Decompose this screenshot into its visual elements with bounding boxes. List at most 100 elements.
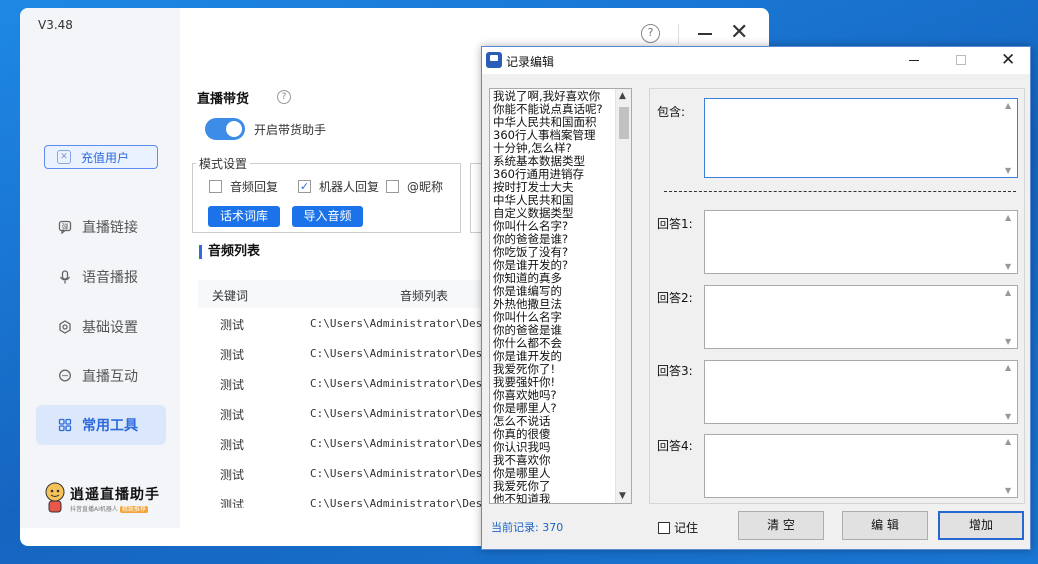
robot-reply-checkbox[interactable]: ✓ 机器人回复 <box>298 178 379 195</box>
list-item[interactable]: 系统基本数据类型 <box>493 155 615 168</box>
audio-reply-checkbox[interactable]: 音频回复 <box>209 178 278 195</box>
list-item[interactable]: 你认识我吗 <box>493 441 615 454</box>
scroll-down-icon[interactable]: ▼ <box>1005 262 1011 271</box>
maximize-icon[interactable] <box>956 55 966 65</box>
contains-label: 包含: <box>657 105 686 119</box>
scroll-down-icon[interactable]: ▼ <box>619 491 626 501</box>
list-item[interactable]: 你喜欢她吗? <box>493 389 615 402</box>
wordlib-button[interactable]: 话术词库 <box>208 206 280 227</box>
table-row[interactable]: 测试 C:\Users\Administrator\Deskt <box>198 488 498 508</box>
list-item[interactable]: 你是谁编写的 <box>493 285 615 298</box>
minimize-icon[interactable] <box>698 33 712 35</box>
nav-label: 基础设置 <box>82 320 138 336</box>
table-row[interactable]: 测试 C:\Users\Administrator\Deskt <box>198 428 498 458</box>
nav-label: 常用工具 <box>82 418 138 434</box>
list-item[interactable]: 我不喜欢你 <box>493 454 615 467</box>
list-item[interactable]: 怎么不说话 <box>493 415 615 428</box>
scroll-thumb[interactable] <box>619 107 629 139</box>
list-item[interactable]: 我爱死你了 <box>493 480 615 493</box>
list-item[interactable]: 你的爸爸是谁 <box>493 324 615 337</box>
nav-basic-settings[interactable]: 基础设置 <box>36 307 166 347</box>
list-item[interactable]: 中华人民共和国面积 <box>493 116 615 129</box>
help-icon[interactable]: ? <box>641 24 660 43</box>
list-item[interactable]: 我要强奸你! <box>493 376 615 389</box>
list-item[interactable]: 你的爸爸是谁? <box>493 233 615 246</box>
textarea-scrollbar[interactable]: ▲ ▼ <box>1001 361 1017 423</box>
list-item[interactable]: 你能不能说点真话呢? <box>493 103 615 116</box>
textarea-scrollbar[interactable]: ▲ ▼ <box>1001 99 1017 177</box>
list-item[interactable]: 我说了啊,我好喜欢你 <box>493 90 615 103</box>
column-header-keyword: 关键词 <box>212 289 249 303</box>
list-item[interactable]: 你是哪里人 <box>493 467 615 480</box>
clear-button[interactable]: 清 空 <box>738 511 824 540</box>
list-item[interactable]: 你知道的真多 <box>493 272 615 285</box>
close-icon[interactable]: ✕ <box>1001 50 1015 70</box>
list-item[interactable]: 你是谁开发的 <box>493 350 615 363</box>
vip-user-button[interactable]: ✕ 充值用户 <box>44 145 158 169</box>
assistant-toggle[interactable] <box>205 118 245 140</box>
list-item[interactable]: 你吃饭了没有? <box>493 246 615 259</box>
list-item[interactable]: 他不知道我 <box>493 493 615 503</box>
scroll-down-icon[interactable]: ▼ <box>1005 486 1011 495</box>
checkbox-box[interactable] <box>209 180 222 193</box>
scroll-down-icon[interactable]: ▼ <box>1005 337 1011 346</box>
textarea-scrollbar[interactable]: ▲ ▼ <box>1001 211 1017 273</box>
contains-textarea[interactable]: ▲ ▼ <box>704 98 1018 178</box>
nav-voice-broadcast[interactable]: 语音播报 <box>36 257 166 297</box>
nav-common-tools[interactable]: 常用工具 <box>36 405 166 445</box>
scroll-up-icon[interactable]: ▲ <box>1005 363 1011 372</box>
answer4-textarea[interactable]: ▲ ▼ <box>704 434 1018 498</box>
scroll-up-icon[interactable]: ▲ <box>619 91 626 101</box>
checkmark-icon[interactable]: ✓ <box>298 180 311 193</box>
scroll-up-icon[interactable]: ▲ <box>1005 437 1011 446</box>
table-row[interactable]: 测试 C:\Users\Administrator\Deskt <box>198 398 498 428</box>
import-audio-button[interactable]: 导入音频 <box>292 206 363 227</box>
scroll-up-icon[interactable]: ▲ <box>1005 213 1011 222</box>
answer1-textarea[interactable]: ▲ ▼ <box>704 210 1018 274</box>
record-list[interactable]: 我说了啊,我好喜欢你 你能不能说点真话呢? 中华人民共和国面积 360行人事档案管理十… <box>493 90 615 503</box>
table-row[interactable]: 测试 C:\Users\Administrator\Deskt <box>198 458 498 488</box>
list-item[interactable]: 你是谁开发的? <box>493 259 615 272</box>
close-icon[interactable]: ✕ <box>730 22 748 44</box>
list-item[interactable]: 外热他撒旦法 <box>493 298 615 311</box>
table-row[interactable]: 测试 C:\Users\Administrator\Deskt <box>198 338 498 368</box>
nickname-checkbox[interactable]: @昵称 <box>386 178 443 195</box>
add-button[interactable]: 增加 <box>938 511 1024 540</box>
remember-checkbox[interactable]: 记住 <box>658 519 698 536</box>
list-item[interactable]: 十分钟,怎么样? <box>493 142 615 155</box>
scroll-up-icon[interactable]: ▲ <box>1005 101 1011 110</box>
list-item[interactable]: 360行通用进销存 <box>493 168 615 181</box>
record-list-scrollbar[interactable]: ▲ ▼ <box>615 89 631 503</box>
checkbox-box[interactable] <box>386 180 399 193</box>
scroll-up-icon[interactable]: ▲ <box>1005 288 1011 297</box>
answer3-textarea[interactable]: ▲ ▼ <box>704 360 1018 424</box>
edit-button[interactable]: 编 辑 <box>842 511 928 540</box>
list-item[interactable]: 按时打发士大夫 <box>493 181 615 194</box>
scroll-down-icon[interactable]: ▼ <box>1005 166 1011 175</box>
table-row[interactable]: 测试 C:\Users\Administrator\Deskt <box>198 368 498 398</box>
row-keyword: 测试 <box>220 498 245 508</box>
textarea-scrollbar[interactable]: ▲ ▼ <box>1001 286 1017 348</box>
list-item[interactable]: 360行人事档案管理 <box>493 129 615 142</box>
nav-label: 直播链接 <box>82 220 138 236</box>
scroll-down-icon[interactable]: ▼ <box>1005 412 1011 421</box>
list-item[interactable]: 你真的很傻 <box>493 428 615 441</box>
list-item[interactable]: 你是哪里人? <box>493 402 615 415</box>
editor-titlebar[interactable]: 记录编辑 ✕ <box>482 47 1030 74</box>
section-help-icon[interactable]: ? <box>277 90 291 104</box>
record-listbox[interactable]: 我说了啊,我好喜欢你 你能不能说点真话呢? 中华人民共和国面积 360行人事档案管理十… <box>489 88 632 504</box>
list-item[interactable]: 中华人民共和国 <box>493 194 615 207</box>
minimize-icon[interactable] <box>909 60 919 61</box>
list-item[interactable]: 我爱死你了! <box>493 363 615 376</box>
checkbox-box[interactable] <box>658 521 670 534</box>
textarea-scrollbar[interactable]: ▲ ▼ <box>1001 435 1017 497</box>
list-item[interactable]: 自定义数据类型 <box>493 207 615 220</box>
list-item[interactable]: 你叫什么名字 <box>493 311 615 324</box>
list-item[interactable]: 你叫什么名字? <box>493 220 615 233</box>
table-row[interactable]: 测试 C:\Users\Administrator\Deskt <box>198 308 498 338</box>
answer2-textarea[interactable]: ▲ ▼ <box>704 285 1018 349</box>
list-item[interactable]: 你什么都不会 <box>493 337 615 350</box>
nav-live-interaction[interactable]: 直播互动 <box>36 356 166 396</box>
answer3-label: 回答3: <box>657 364 693 378</box>
nav-live-link[interactable]: 弹 直播链接 <box>36 207 166 247</box>
